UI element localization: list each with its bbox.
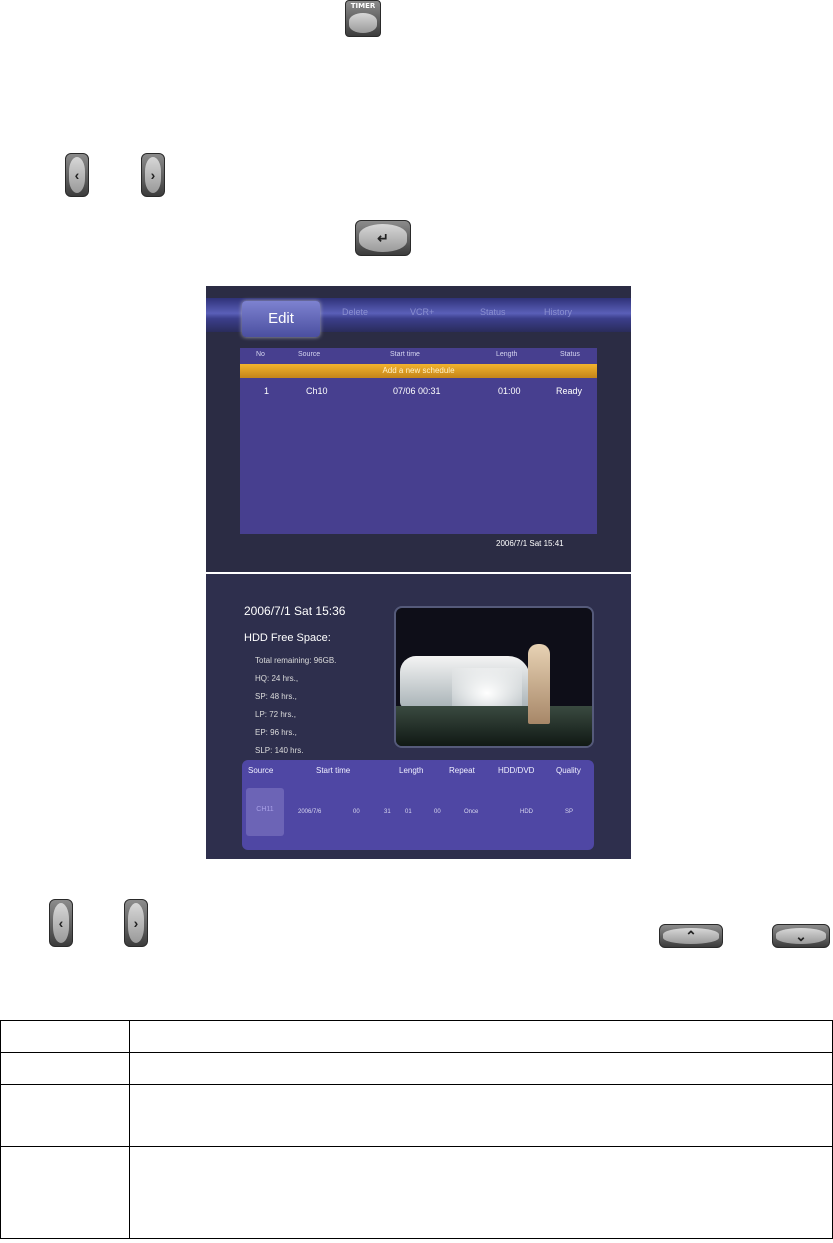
- right-arrow-button[interactable]: ›: [124, 899, 148, 947]
- schedule-source: Ch10: [306, 386, 328, 396]
- left-arrow-button[interactable]: ‹: [49, 899, 73, 947]
- left-arrow-button[interactable]: ‹: [65, 153, 89, 197]
- chevron-right-icon: ›: [145, 157, 161, 193]
- chevron-down-icon: ⌄: [776, 928, 826, 944]
- schedule-start-time: 07/06 00:31: [393, 386, 441, 396]
- enter-button[interactable]: ↵: [355, 220, 411, 256]
- length-hour-field[interactable]: 01: [405, 809, 412, 815]
- timer-label: TIMER: [350, 2, 376, 10]
- add-schedule-label: Add a new schedule: [382, 366, 455, 375]
- source-value: CH11: [256, 806, 274, 813]
- chevron-right-icon: ›: [128, 903, 144, 943]
- hdd-line: EP: 96 hrs.,: [255, 728, 297, 737]
- column-header-source: Source: [298, 351, 321, 358]
- setting-header-source: Source: [248, 766, 274, 775]
- table-row: [0, 1084, 833, 1147]
- ground: [396, 706, 592, 746]
- start-minute-field[interactable]: 31: [384, 809, 391, 815]
- screen2-datetime: 2006/7/1 Sat 15:36: [244, 604, 346, 618]
- table-row: [0, 1146, 833, 1239]
- column-header-start-time: Start time: [390, 351, 420, 358]
- length-minute-field[interactable]: 00: [434, 809, 441, 815]
- hdd-line: LP: 72 hrs.,: [255, 710, 296, 719]
- timer-button-face: [349, 13, 377, 33]
- hdd-free-space-title: HDD Free Space:: [244, 632, 331, 644]
- person-image: [528, 644, 550, 724]
- up-arrow-button[interactable]: ⌃: [659, 924, 723, 948]
- chevron-up-icon: ⌃: [663, 928, 719, 944]
- hdd-dvd-field[interactable]: HDD: [520, 809, 533, 815]
- table-row: [0, 1052, 833, 1085]
- enter-icon: ↵: [359, 224, 407, 252]
- table-cell: [0, 1084, 130, 1147]
- table-cell: [0, 1020, 130, 1053]
- table-cell: [129, 1084, 833, 1147]
- chevron-left-icon: ‹: [69, 157, 85, 193]
- hdd-line: SP: 48 hrs.,: [255, 692, 297, 701]
- right-arrow-button[interactable]: ›: [141, 153, 165, 197]
- column-header-status: Status: [560, 351, 580, 358]
- schedule-status: Ready: [556, 386, 583, 396]
- add-schedule-row[interactable]: Add a new schedule: [240, 364, 597, 378]
- start-hour-field[interactable]: 00: [353, 809, 360, 815]
- table-cell: [0, 1052, 130, 1085]
- new-schedule-screen: 2006/7/1 Sat 15:36 HDD Free Space: Total…: [206, 574, 631, 859]
- video-preview: [394, 606, 594, 748]
- timer-schedule-screen: Edit Delete VCR+ Status History No Sourc…: [206, 286, 631, 572]
- setting-header-hdd-dvd: HDD/DVD: [498, 766, 535, 775]
- setting-header-repeat: Repeat: [449, 766, 475, 775]
- table-cell: [129, 1146, 833, 1239]
- column-header-no: No: [256, 351, 265, 358]
- chevron-left-icon: ‹: [53, 903, 69, 943]
- hdd-line: HQ: 24 hrs.,: [255, 674, 299, 683]
- down-arrow-button[interactable]: ⌄: [772, 924, 830, 948]
- description-table: [0, 1020, 833, 1239]
- repeat-field[interactable]: Once: [464, 809, 478, 815]
- setting-header-quality: Quality: [556, 766, 581, 775]
- setting-header-length: Length: [399, 766, 424, 775]
- column-header-length: Length: [496, 351, 518, 358]
- schedule-no: 1: [264, 386, 270, 396]
- setting-header-start-time: Start time: [316, 766, 351, 775]
- schedule-settings-bar: Source Start time Length Repeat HDD/DVD …: [242, 760, 594, 850]
- quality-field[interactable]: SP: [565, 809, 573, 815]
- schedule-list: No Source Start time Length Status Add a…: [240, 348, 597, 534]
- tab-status[interactable]: Status: [480, 307, 506, 317]
- table-cell: [129, 1052, 833, 1085]
- schedule-length: 01:00: [498, 386, 521, 396]
- tab-vcr[interactable]: VCR+: [410, 307, 434, 317]
- source-selector[interactable]: CH11: [246, 788, 284, 836]
- timer-button[interactable]: TIMER: [345, 0, 381, 37]
- tab-history[interactable]: History: [544, 307, 572, 317]
- hdd-line: Total remaining: 96GB.: [255, 656, 337, 665]
- start-date-field[interactable]: 2006/7/6: [298, 809, 321, 815]
- table-row: [0, 1020, 833, 1053]
- tab-delete[interactable]: Delete: [342, 307, 368, 317]
- tab-edit[interactable]: Edit: [242, 301, 320, 337]
- hdd-line: SLP: 140 hrs.: [255, 746, 304, 755]
- table-cell: [0, 1146, 130, 1239]
- screen1-datetime: 2006/7/1 Sat 15:41: [496, 539, 564, 548]
- table-cell: [129, 1020, 833, 1053]
